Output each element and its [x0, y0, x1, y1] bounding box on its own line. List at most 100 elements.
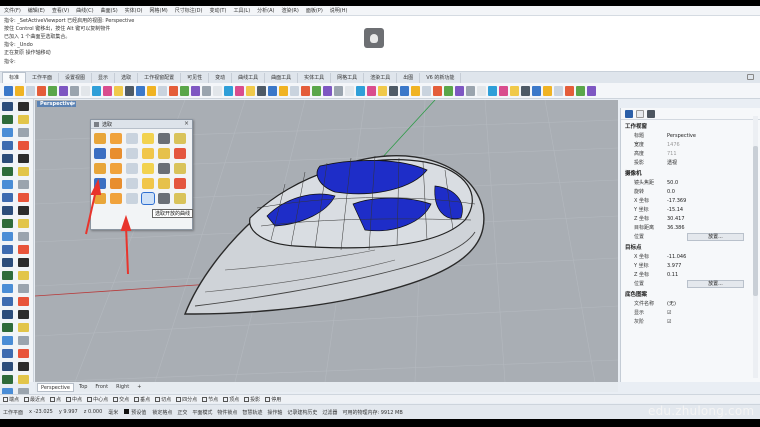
osnap-toggle[interactable]: 交点 [113, 396, 129, 403]
tab-item[interactable]: 实体工具 [298, 73, 332, 83]
left-tool-icon[interactable] [2, 258, 13, 267]
select-tool-icon[interactable] [126, 133, 138, 144]
left-tool-icon[interactable] [2, 141, 13, 150]
status-mode[interactable]: 物件锁点 [217, 409, 237, 416]
toolbar-button-icon[interactable] [257, 85, 266, 96]
toolbar-button-icon[interactable] [510, 85, 519, 96]
left-tool-icon[interactable] [18, 128, 29, 137]
tab-item[interactable]: 可见性 [181, 73, 210, 83]
osnap-toggle[interactable]: 四分点 [176, 396, 197, 403]
osnap-toggle[interactable]: 最近点 [24, 396, 45, 403]
left-tool-icon[interactable] [2, 128, 13, 137]
toolbar-button-icon[interactable] [543, 85, 552, 96]
select-tool-icon[interactable] [142, 178, 154, 189]
menu-item[interactable]: 文件(F) [4, 7, 21, 14]
camera-place-button[interactable]: 放置... [687, 232, 744, 241]
left-tool-icon[interactable] [2, 297, 13, 306]
toolbar-button-icon[interactable] [224, 85, 233, 96]
osnap-toggle[interactable]: 节点 [202, 396, 218, 403]
toolbar-button-icon[interactable] [400, 85, 409, 96]
tab-item[interactable]: 工作视窗配置 [138, 73, 182, 83]
select-tool-icon[interactable] [142, 163, 154, 174]
tab-item[interactable]: 设置视图 [59, 73, 93, 83]
toolbar-button-icon[interactable] [301, 85, 310, 96]
left-tool-icon[interactable] [18, 206, 29, 215]
menu-item[interactable]: 网格(M) [150, 7, 168, 14]
left-tool-icon[interactable] [2, 349, 13, 358]
select-tool-icon[interactable] [110, 148, 122, 159]
osnap-toggle[interactable]: 点 [50, 396, 61, 403]
osnap-toggle[interactable]: 顶点 [223, 396, 239, 403]
property-value[interactable]: 711 [663, 151, 760, 157]
toolbar-button-icon[interactable] [48, 85, 57, 96]
menu-item[interactable]: 实体(O) [125, 7, 143, 14]
toolbar-button-icon[interactable] [455, 85, 464, 96]
left-tool-icon[interactable] [18, 323, 29, 332]
viewport-tab[interactable]: Top [76, 383, 90, 392]
property-value[interactable]: 30.417 [663, 216, 760, 222]
status-mode[interactable]: 记录建构历史 [287, 409, 317, 416]
left-tool-icon[interactable] [18, 180, 29, 189]
property-value[interactable]: Perspective [663, 133, 760, 139]
palette-gear-icon[interactable] [94, 121, 99, 127]
select-tool-icon[interactable] [174, 163, 186, 174]
property-value[interactable]: 1476 [663, 142, 760, 148]
toolbar-button-icon[interactable] [125, 85, 134, 96]
left-tool-icon[interactable] [18, 284, 29, 293]
menu-item[interactable]: 面板(P) [306, 7, 323, 14]
viewport-tab[interactable]: + [134, 383, 144, 392]
toolbar-button-icon[interactable] [147, 85, 156, 96]
toolbar-button-icon[interactable] [422, 85, 431, 96]
status-mode[interactable]: 平面模式 [192, 409, 212, 416]
select-tool-icon[interactable] [142, 133, 154, 144]
left-tool-icon[interactable] [2, 232, 13, 241]
left-tool-icon[interactable] [2, 193, 13, 202]
viewport-tab[interactable]: Front [92, 383, 111, 392]
select-tool-icon[interactable] [94, 193, 106, 204]
close-icon[interactable]: × [184, 121, 189, 127]
osnap-toggle[interactable]: 停用 [265, 396, 281, 403]
toolbar-button-icon[interactable] [477, 85, 486, 96]
left-tool-icon[interactable] [2, 284, 13, 293]
toolbar-button-icon[interactable] [389, 85, 398, 96]
left-tool-icon[interactable] [18, 219, 29, 228]
checkbox-icon[interactable] [24, 396, 30, 402]
left-tool-icon[interactable] [18, 375, 29, 384]
toolbar-button-icon[interactable] [312, 85, 321, 96]
status-mode[interactable]: 过滤器 [322, 409, 337, 416]
menu-item[interactable]: 曲面(S) [101, 7, 118, 14]
left-tool-icon[interactable] [18, 115, 29, 124]
toolbar-button-icon[interactable] [378, 85, 387, 96]
toolbar-button-icon[interactable] [70, 85, 79, 96]
toolbar-button-icon[interactable] [92, 85, 101, 96]
status-mode[interactable]: 锁定格点 [152, 409, 172, 416]
left-tool-icon[interactable] [2, 154, 13, 163]
checkbox-icon[interactable] [50, 396, 56, 402]
tab-item[interactable]: 变动 [209, 73, 233, 83]
toolbar-button-icon[interactable] [323, 85, 332, 96]
property-value[interactable]: 50.0 [663, 180, 760, 186]
select-tool-icon[interactable] [110, 163, 122, 174]
palette-header[interactable]: 选取 × [91, 120, 192, 129]
viewport-tab[interactable]: Right [113, 383, 132, 392]
checkbox-icon[interactable] [87, 396, 93, 402]
osnap-toggle[interactable]: 切点 [155, 396, 171, 403]
toolbar-button-icon[interactable] [213, 85, 222, 96]
tab-item[interactable]: 曲面工具 [265, 73, 299, 83]
menu-item[interactable]: 渲染(R) [281, 7, 298, 14]
status-mode[interactable]: 智慧轨迹 [242, 409, 262, 416]
toolbar-button-icon[interactable] [433, 85, 442, 96]
toolbar-button-icon[interactable] [81, 85, 90, 96]
status-mode[interactable]: 操作轴 [267, 409, 282, 416]
toolbar-button-icon[interactable] [334, 85, 343, 96]
toolbar-button-icon[interactable] [499, 85, 508, 96]
tab-item[interactable]: V6 的新功能 [420, 73, 462, 83]
osnap-toggle[interactable]: 中心点 [87, 396, 108, 403]
left-tool-icon[interactable] [2, 245, 13, 254]
checkbox-icon[interactable] [155, 396, 161, 402]
toolbar-button-icon[interactable] [444, 85, 453, 96]
left-tool-icon[interactable] [2, 336, 13, 345]
toolbar-button-icon[interactable] [103, 85, 112, 96]
command-prompt[interactable]: 指令: [4, 58, 16, 65]
menu-item[interactable]: 工具(L) [233, 7, 250, 14]
